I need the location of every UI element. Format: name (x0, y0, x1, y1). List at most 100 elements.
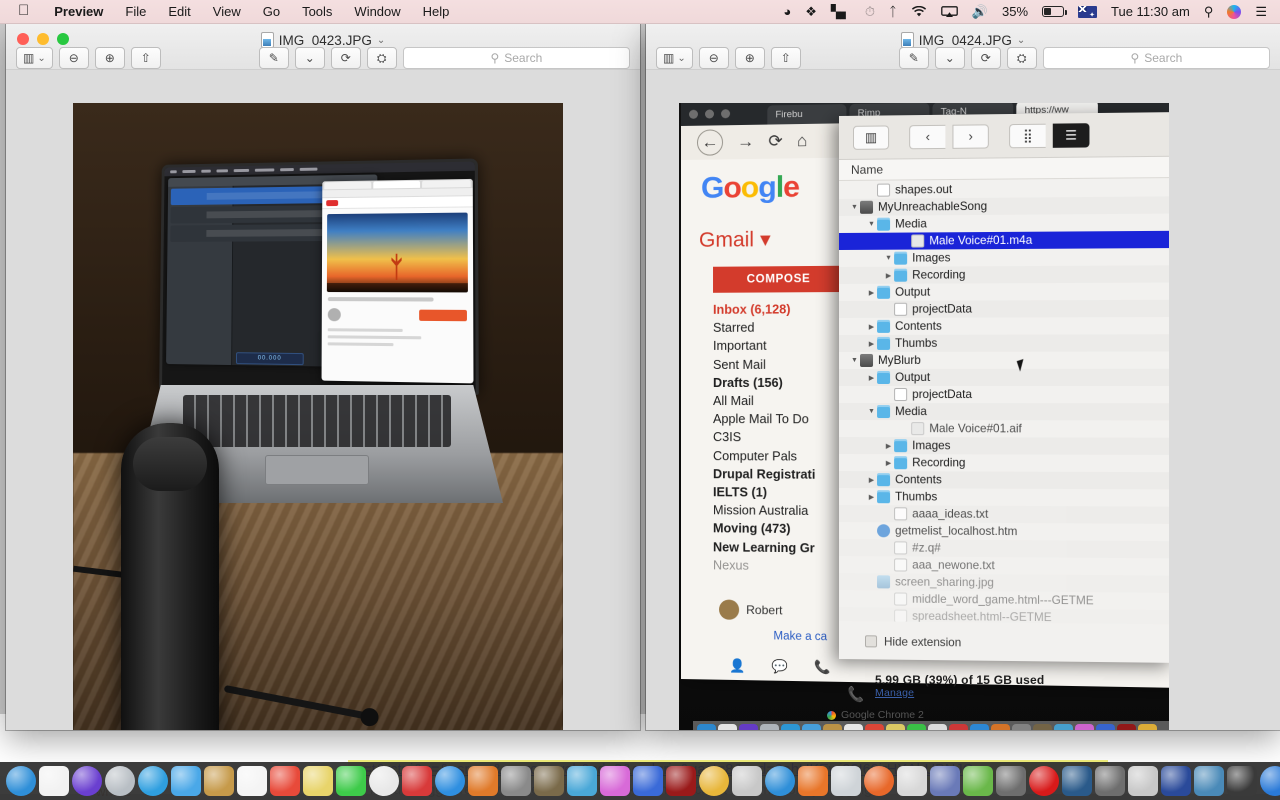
file-row[interactable]: ▼ Media (839, 214, 1169, 233)
airplay-audio-icon[interactable]: ◕ (776, 0, 798, 24)
airplay-icon[interactable] (934, 0, 965, 24)
forward-icon[interactable]: › (952, 123, 989, 149)
menu-item-edit[interactable]: Edit (157, 0, 201, 24)
share-button[interactable]: ⇧ (770, 47, 801, 69)
disclosure-closed-icon[interactable]: ▶ (866, 476, 877, 484)
dropbox-icon[interactable]: ❖ (798, 0, 824, 24)
markup-button[interactable]: ✎ (258, 47, 289, 69)
menu-item-help[interactable]: Help (412, 0, 461, 24)
file-row[interactable]: projectData (839, 300, 1169, 318)
dock-item-finder[interactable] (6, 766, 36, 796)
rotate-button[interactable]: ⟳ (330, 47, 361, 69)
menu-item-preview[interactable]: Preview (43, 0, 114, 24)
flag-icon[interactable] (1071, 0, 1104, 24)
dock-item-app-store[interactable] (435, 766, 465, 796)
back-icon[interactable]: ← (696, 129, 724, 156)
file-row[interactable]: ▶ Recording (839, 454, 1169, 472)
dock-item-mail[interactable] (171, 766, 201, 796)
file-row[interactable]: ▼ Media (839, 403, 1169, 420)
dock-item-system-preferences[interactable] (501, 766, 531, 796)
browser-tab-1[interactable]: Firebu (767, 104, 847, 125)
dock-item-globe-app[interactable] (1227, 766, 1257, 796)
make-a-call-link[interactable]: Make a ca (773, 630, 827, 643)
menu-item-go[interactable]: Go (252, 0, 291, 24)
apple-icon[interactable]:  (0, 3, 43, 18)
disclosure-closed-icon[interactable]: ▶ (866, 339, 877, 347)
dock-item-inkscape[interactable] (1128, 766, 1158, 796)
chevron-down-icon[interactable]: ⌄ (377, 35, 385, 46)
file-row[interactable]: ▶ Thumbs (839, 334, 1169, 352)
dock-item-notes[interactable] (303, 766, 333, 796)
finder-save-dialog[interactable]: ▥ ‹ › ⣿ ☰ Name shapes.out ▼ MyUnreachableS… (839, 112, 1169, 663)
volume-icon[interactable]: 🔊 (965, 0, 995, 24)
dock-item-scribus[interactable] (1194, 766, 1224, 796)
forward-icon[interactable]: → (737, 132, 754, 152)
dock-item-chess[interactable] (534, 766, 564, 796)
zoom-in-button[interactable]: ⊕ (734, 47, 765, 69)
dock-item-reminders[interactable] (270, 766, 300, 796)
file-row[interactable]: ▶ Images (839, 437, 1169, 455)
dock-item-opera[interactable] (1029, 766, 1059, 796)
hangouts-user-row[interactable]: Robert (719, 599, 783, 620)
person-icon[interactable]: 👤 (729, 658, 745, 674)
dock[interactable] (0, 762, 1280, 800)
dock-item-blender[interactable] (1260, 766, 1280, 796)
file-row[interactable]: ▶ Thumbs (839, 488, 1169, 507)
search-input[interactable]: ⚲ Search (1042, 47, 1270, 69)
file-row[interactable]: Male Voice#01.aif (839, 420, 1169, 438)
sidebar-toggle-button[interactable]: ▥ ⌄ (656, 47, 693, 69)
preview-window-right[interactable]: IMG_0424.JPG ⌄ ▥ ⌄ ⊖ ⊕ ⇧ ✎ ⌄ ⟳ ⛭ ⚲ Searc… (646, 24, 1280, 730)
search-icon[interactable]: ⚲ (1197, 0, 1221, 24)
battery-percent[interactable]: 35% (995, 0, 1035, 24)
markup-button[interactable]: ✎ (898, 47, 929, 69)
finder-file-list[interactable]: shapes.out ▼ MyUnreachableSong ▼ Media Male V… (839, 179, 1169, 624)
file-row[interactable]: ▶ Output (839, 283, 1169, 301)
dock-item-unknown-2[interactable] (1095, 766, 1125, 796)
share-button[interactable]: ⇧ (130, 47, 161, 69)
clock-icon[interactable]: ⏱ (858, 0, 882, 24)
annotate-button[interactable]: ⛭ (1006, 47, 1037, 69)
search-input[interactable]: ⚲ Search (402, 47, 630, 69)
battery-icon[interactable] (1035, 0, 1071, 24)
list-view-icon[interactable]: ☰ (1052, 122, 1090, 148)
file-row[interactable]: ▶ Contents (839, 317, 1169, 335)
bluetooth-icon[interactable]: ᛏ (882, 0, 904, 24)
phone-icon[interactable]: 📞 (814, 659, 830, 675)
dock-item-contacts[interactable] (204, 766, 234, 796)
back-icon[interactable]: ‹ (909, 124, 946, 149)
file-row[interactable]: ▼ MyBlurb (839, 351, 1169, 369)
dock-item-quicktime[interactable] (633, 766, 663, 796)
disclosure-open-icon[interactable]: ▼ (883, 255, 894, 262)
chevron-down-icon[interactable]: ⌄ (1017, 35, 1025, 46)
zoom-out-button[interactable]: ⊖ (698, 47, 729, 69)
disclosure-open-icon[interactable]: ▼ (849, 357, 860, 364)
sidebar-toggle-icon[interactable]: ▥ (852, 124, 890, 150)
dock-item-filezilla[interactable] (666, 766, 696, 796)
reload-icon[interactable]: ⟳ (768, 131, 782, 151)
dock-item-qrcode-app[interactable] (402, 766, 432, 796)
file-row[interactable]: ▶ Output (839, 369, 1169, 386)
file-row[interactable]: spreadsheet.html--GETME (839, 607, 1169, 624)
clock-text[interactable]: Tue 11:30 am (1104, 0, 1197, 24)
dock-item-chrome[interactable] (699, 766, 729, 796)
dock-item-kdenlive[interactable] (1161, 766, 1191, 796)
file-row[interactable]: ▼ Images (839, 248, 1169, 267)
disclosure-closed-icon[interactable]: ▶ (866, 322, 877, 330)
file-row[interactable]: ▶ Recording (839, 265, 1169, 284)
siri-icon[interactable] (1220, 0, 1248, 24)
menu-item-window[interactable]: Window (343, 0, 411, 24)
hide-extension-checkbox[interactable] (865, 635, 878, 648)
dock-item-unknown-1[interactable] (996, 766, 1026, 796)
disclosure-closed-icon[interactable]: ▶ (866, 288, 877, 296)
disclosure-closed-icon[interactable]: ▶ (883, 459, 894, 467)
dock-item-dia[interactable] (765, 766, 795, 796)
dock-item-android-studio[interactable] (963, 766, 993, 796)
file-row[interactable]: getmelist_localhost.htm (839, 522, 1169, 541)
dock-item-trash-blue[interactable] (567, 766, 597, 796)
file-row[interactable]: projectData (839, 386, 1169, 403)
menu-item-tools[interactable]: Tools (291, 0, 343, 24)
markup-options-button[interactable]: ⌄ (294, 47, 325, 69)
disclosure-open-icon[interactable]: ▼ (849, 204, 860, 211)
hide-extension-row[interactable]: Hide extension (839, 631, 1169, 655)
dock-item-audacity[interactable] (732, 766, 762, 796)
